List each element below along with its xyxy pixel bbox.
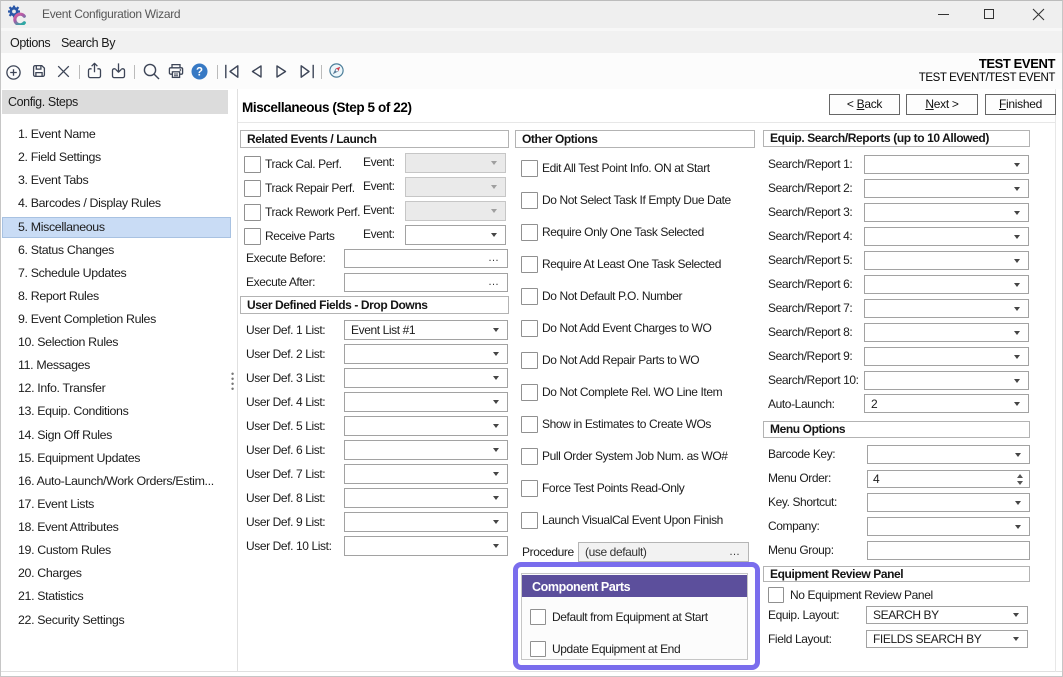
svg-text:?: ? [196,67,203,79]
